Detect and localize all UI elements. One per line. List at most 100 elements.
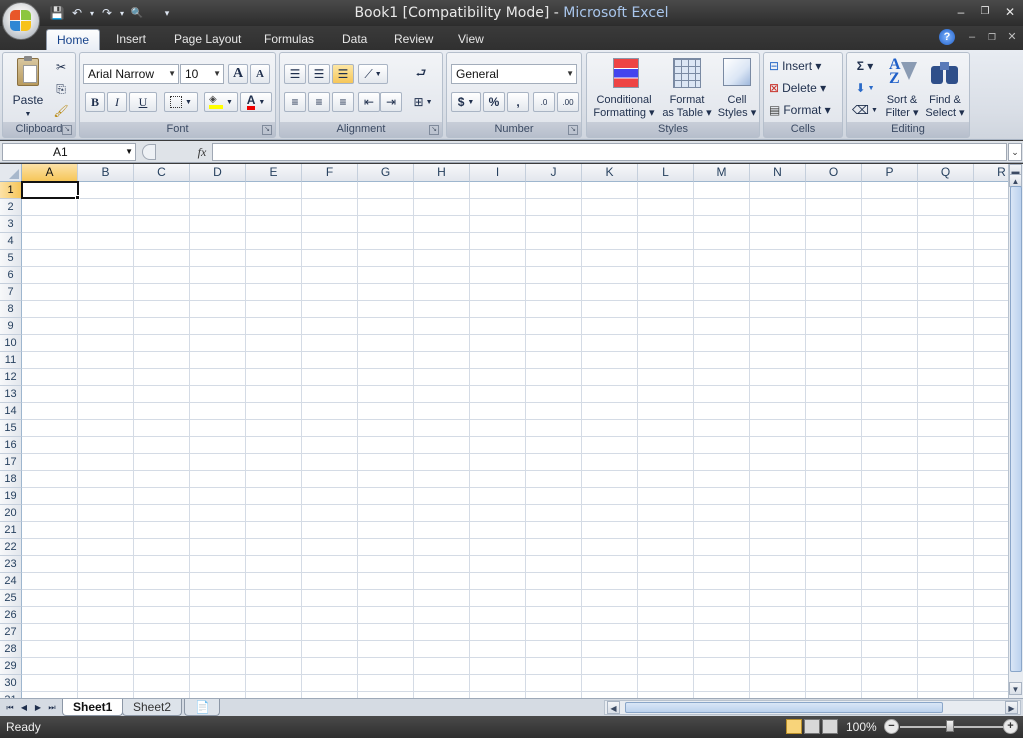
row-header-12[interactable]: 12 <box>0 369 22 386</box>
currency-button[interactable]: $ ▼ <box>451 92 481 112</box>
tab-review[interactable]: Review <box>384 29 443 50</box>
paste-button[interactable]: Paste ▼ <box>7 56 49 120</box>
page-layout-view-button[interactable] <box>804 719 820 734</box>
align-left-icon[interactable]: ≡ <box>284 92 306 112</box>
column-header-p[interactable]: P <box>862 164 918 182</box>
vertical-scrollbar[interactable]: ▬ ▲ ▼ <box>1008 164 1023 698</box>
formula-input[interactable] <box>212 143 1007 161</box>
decrease-indent-icon[interactable]: ⇤ <box>358 92 380 112</box>
wrap-text-icon[interactable]: ⮐ <box>410 64 432 84</box>
grow-font-button[interactable]: A <box>228 64 248 84</box>
cell-styles-button[interactable]: Cell Styles ▾ <box>715 56 759 120</box>
align-bottom-icon[interactable]: ☰ <box>332 64 354 84</box>
fill-button[interactable]: ⬇ ▼ <box>851 78 879 98</box>
row-header-10[interactable]: 10 <box>0 335 22 352</box>
column-header-e[interactable]: E <box>246 164 302 182</box>
help-icon[interactable]: ? <box>939 29 955 45</box>
column-header-k[interactable]: K <box>582 164 638 182</box>
horizontal-scrollbar[interactable]: ◀ ▶ <box>604 700 1021 715</box>
last-sheet-icon[interactable]: ⏭ <box>46 702 58 714</box>
tab-view[interactable]: View <box>448 29 494 50</box>
number-launcher-icon[interactable]: ↘ <box>568 125 578 135</box>
row-header-30[interactable]: 30 <box>0 675 22 692</box>
column-header-j[interactable]: J <box>526 164 582 182</box>
column-header-d[interactable]: D <box>190 164 246 182</box>
alignment-launcher-icon[interactable]: ↘ <box>429 125 439 135</box>
column-header-r[interactable]: R <box>974 164 1008 182</box>
row-header-13[interactable]: 13 <box>0 386 22 403</box>
font-size-combo[interactable]: 10 ▼ <box>180 64 224 84</box>
merge-center-icon[interactable]: ⊞ ▼ <box>408 92 438 112</box>
row-header-2[interactable]: 2 <box>0 199 22 216</box>
font-name-combo[interactable]: Arial Narrow ▼ <box>83 64 179 84</box>
cut-icon[interactable]: ✂ <box>51 57 71 77</box>
close-button[interactable]: ✕ <box>999 4 1021 20</box>
row-header-9[interactable]: 9 <box>0 318 22 335</box>
row-header-7[interactable]: 7 <box>0 284 22 301</box>
shrink-font-button[interactable]: A <box>250 64 270 84</box>
workbook-restore-button[interactable]: ❐ <box>985 30 999 44</box>
insert-cells-button[interactable]: ⊟ Insert ▾ <box>768 56 838 76</box>
align-middle-icon[interactable]: ☰ <box>308 64 330 84</box>
decrease-decimal-button[interactable]: .00 <box>557 92 579 112</box>
name-box[interactable]: A1 ▼ <box>2 143 136 161</box>
zoom-out-button[interactable]: − <box>884 719 899 734</box>
minimize-button[interactable]: – <box>950 4 972 20</box>
column-header-g[interactable]: G <box>358 164 414 182</box>
row-header-6[interactable]: 6 <box>0 267 22 284</box>
borders-button[interactable]: ▼ <box>164 92 198 112</box>
row-header-22[interactable]: 22 <box>0 539 22 556</box>
zoom-slider-thumb[interactable] <box>946 720 954 732</box>
row-header-16[interactable]: 16 <box>0 437 22 454</box>
comma-button[interactable]: , <box>507 92 529 112</box>
column-header-f[interactable]: F <box>302 164 358 182</box>
row-header-8[interactable]: 8 <box>0 301 22 318</box>
page-break-view-button[interactable] <box>822 719 838 734</box>
worksheet-grid[interactable]: ABCDEFGHIJKLMNOPQR 1 2 3 4 5 6 7 8 9 10 11 12 13 14 15… <box>0 164 1008 698</box>
clear-button[interactable]: ⌫ ▼ <box>851 100 879 120</box>
zoom-in-button[interactable]: + <box>1003 719 1018 734</box>
fill-handle[interactable] <box>75 195 80 200</box>
insert-sheet-tab[interactable]: 📄 <box>184 699 220 716</box>
column-header-a[interactable]: A <box>22 164 78 182</box>
horizontal-scroll-thumb[interactable] <box>625 702 943 713</box>
column-header-i[interactable]: I <box>470 164 526 182</box>
row-header-17[interactable]: 17 <box>0 454 22 471</box>
tab-home[interactable]: Home <box>46 29 101 50</box>
row-header-5[interactable]: 5 <box>0 250 22 267</box>
row-header-1[interactable]: 1 <box>0 182 22 199</box>
scroll-down-icon[interactable]: ▼ <box>1009 682 1022 695</box>
vertical-scroll-thumb[interactable] <box>1010 186 1022 672</box>
column-header-n[interactable]: N <box>750 164 806 182</box>
font-launcher-icon[interactable]: ↘ <box>262 125 272 135</box>
font-color-button[interactable]: A ▼ <box>240 92 272 112</box>
grid-cells[interactable] <box>22 182 1008 698</box>
number-format-combo[interactable]: General ▼ <box>451 64 577 84</box>
italic-button[interactable]: I <box>107 92 127 112</box>
percent-button[interactable]: % <box>483 92 505 112</box>
increase-decimal-button[interactable]: .0 <box>533 92 555 112</box>
align-top-icon[interactable]: ☰ <box>284 64 306 84</box>
conditional-formatting-button[interactable]: Conditional Formatting ▾ <box>589 56 659 120</box>
row-header-18[interactable]: 18 <box>0 471 22 488</box>
row-header-14[interactable]: 14 <box>0 403 22 420</box>
tab-page-layout[interactable]: Page Layout <box>164 29 251 50</box>
column-header-l[interactable]: L <box>638 164 694 182</box>
clipboard-launcher-icon[interactable]: ↘ <box>62 125 72 135</box>
sort-filter-button[interactable]: AZ Sort & Filter ▾ <box>881 56 923 120</box>
restore-button[interactable]: ❐ <box>974 4 996 20</box>
row-header-11[interactable]: 11 <box>0 352 22 369</box>
format-cells-button[interactable]: ▤ Format ▾ <box>768 100 838 120</box>
orientation-icon[interactable]: ⟋ ▼ <box>358 64 388 84</box>
workbook-minimize-button[interactable]: – <box>965 30 979 44</box>
column-header-c[interactable]: C <box>134 164 190 182</box>
row-header-28[interactable]: 28 <box>0 641 22 658</box>
fill-color-button[interactable]: ◈ ▼ <box>204 92 238 112</box>
sheet-tab-sheet1[interactable]: Sheet1 <box>62 699 124 716</box>
find-select-button[interactable]: Find & Select ▾ <box>923 56 967 120</box>
column-header-o[interactable]: O <box>806 164 862 182</box>
tab-insert[interactable]: Insert <box>106 29 156 50</box>
row-header-19[interactable]: 19 <box>0 488 22 505</box>
delete-cells-button[interactable]: ⊠ Delete ▾ <box>768 78 838 98</box>
row-header-4[interactable]: 4 <box>0 233 22 250</box>
